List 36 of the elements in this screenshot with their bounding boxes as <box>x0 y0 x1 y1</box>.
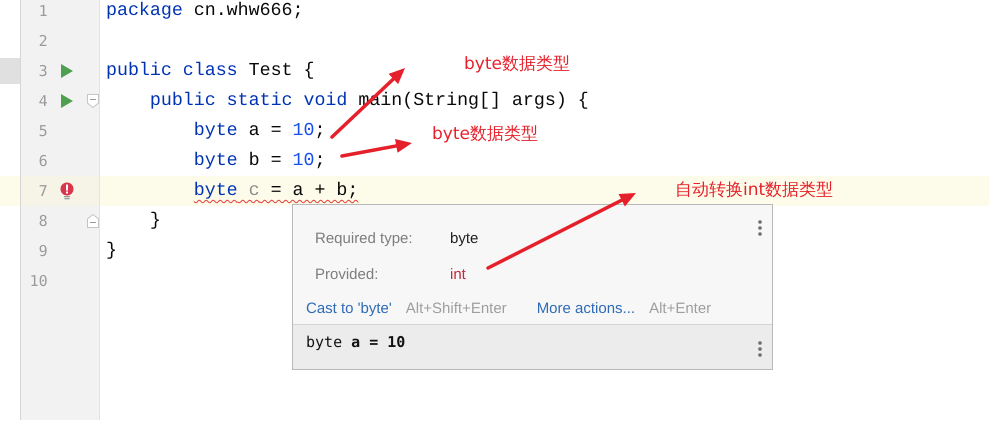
code-preview: byte a = 10 <box>306 333 406 351</box>
fold-marker-icon[interactable] <box>87 214 99 228</box>
action-link[interactable]: More actions... <box>536 300 636 316</box>
line-number: 2 <box>38 32 48 50</box>
line-number: 6 <box>38 152 48 170</box>
code-line: byte b = 10; <box>192 151 326 171</box>
line-number: 7 <box>38 182 48 200</box>
line-number: 3 <box>38 62 48 80</box>
action-link[interactable]: Cast to 'byte' <box>306 300 392 316</box>
error-bulb-icon[interactable] <box>60 182 74 200</box>
more-options-icon[interactable] <box>758 220 762 236</box>
run-icon[interactable] <box>60 63 74 79</box>
shortcut-hint: Alt+Shift+Enter <box>406 300 507 316</box>
annotation-label: byte数据类型 <box>432 123 538 145</box>
type-value: int <box>450 266 466 282</box>
field-label: Required type: <box>315 230 414 246</box>
annotation-label: byte数据类型 <box>464 53 570 75</box>
line-number: 8 <box>38 212 48 230</box>
run-icon[interactable] <box>60 93 74 109</box>
code-line: byte c = a + b; <box>192 181 358 201</box>
code-line: package cn.whw666; <box>105 1 304 21</box>
line-number: 1 <box>38 2 48 20</box>
shortcut-hint: Alt+Enter <box>649 300 712 316</box>
fold-marker-icon[interactable] <box>87 94 99 108</box>
more-options-icon[interactable] <box>758 341 762 357</box>
code-line: public class Test { <box>105 61 314 81</box>
line-number: 4 <box>38 92 48 110</box>
annotation-label: 自动转换int数据类型 <box>675 179 834 201</box>
type-value: byte <box>450 230 478 246</box>
code-line: } <box>105 241 117 261</box>
code-line: } <box>148 211 161 231</box>
line-number: 5 <box>38 122 48 140</box>
line-number: 10 <box>28 272 48 290</box>
field-label: Provided: <box>315 266 380 282</box>
line-number: 9 <box>38 242 48 260</box>
code-line: byte a = 10; <box>192 121 326 141</box>
